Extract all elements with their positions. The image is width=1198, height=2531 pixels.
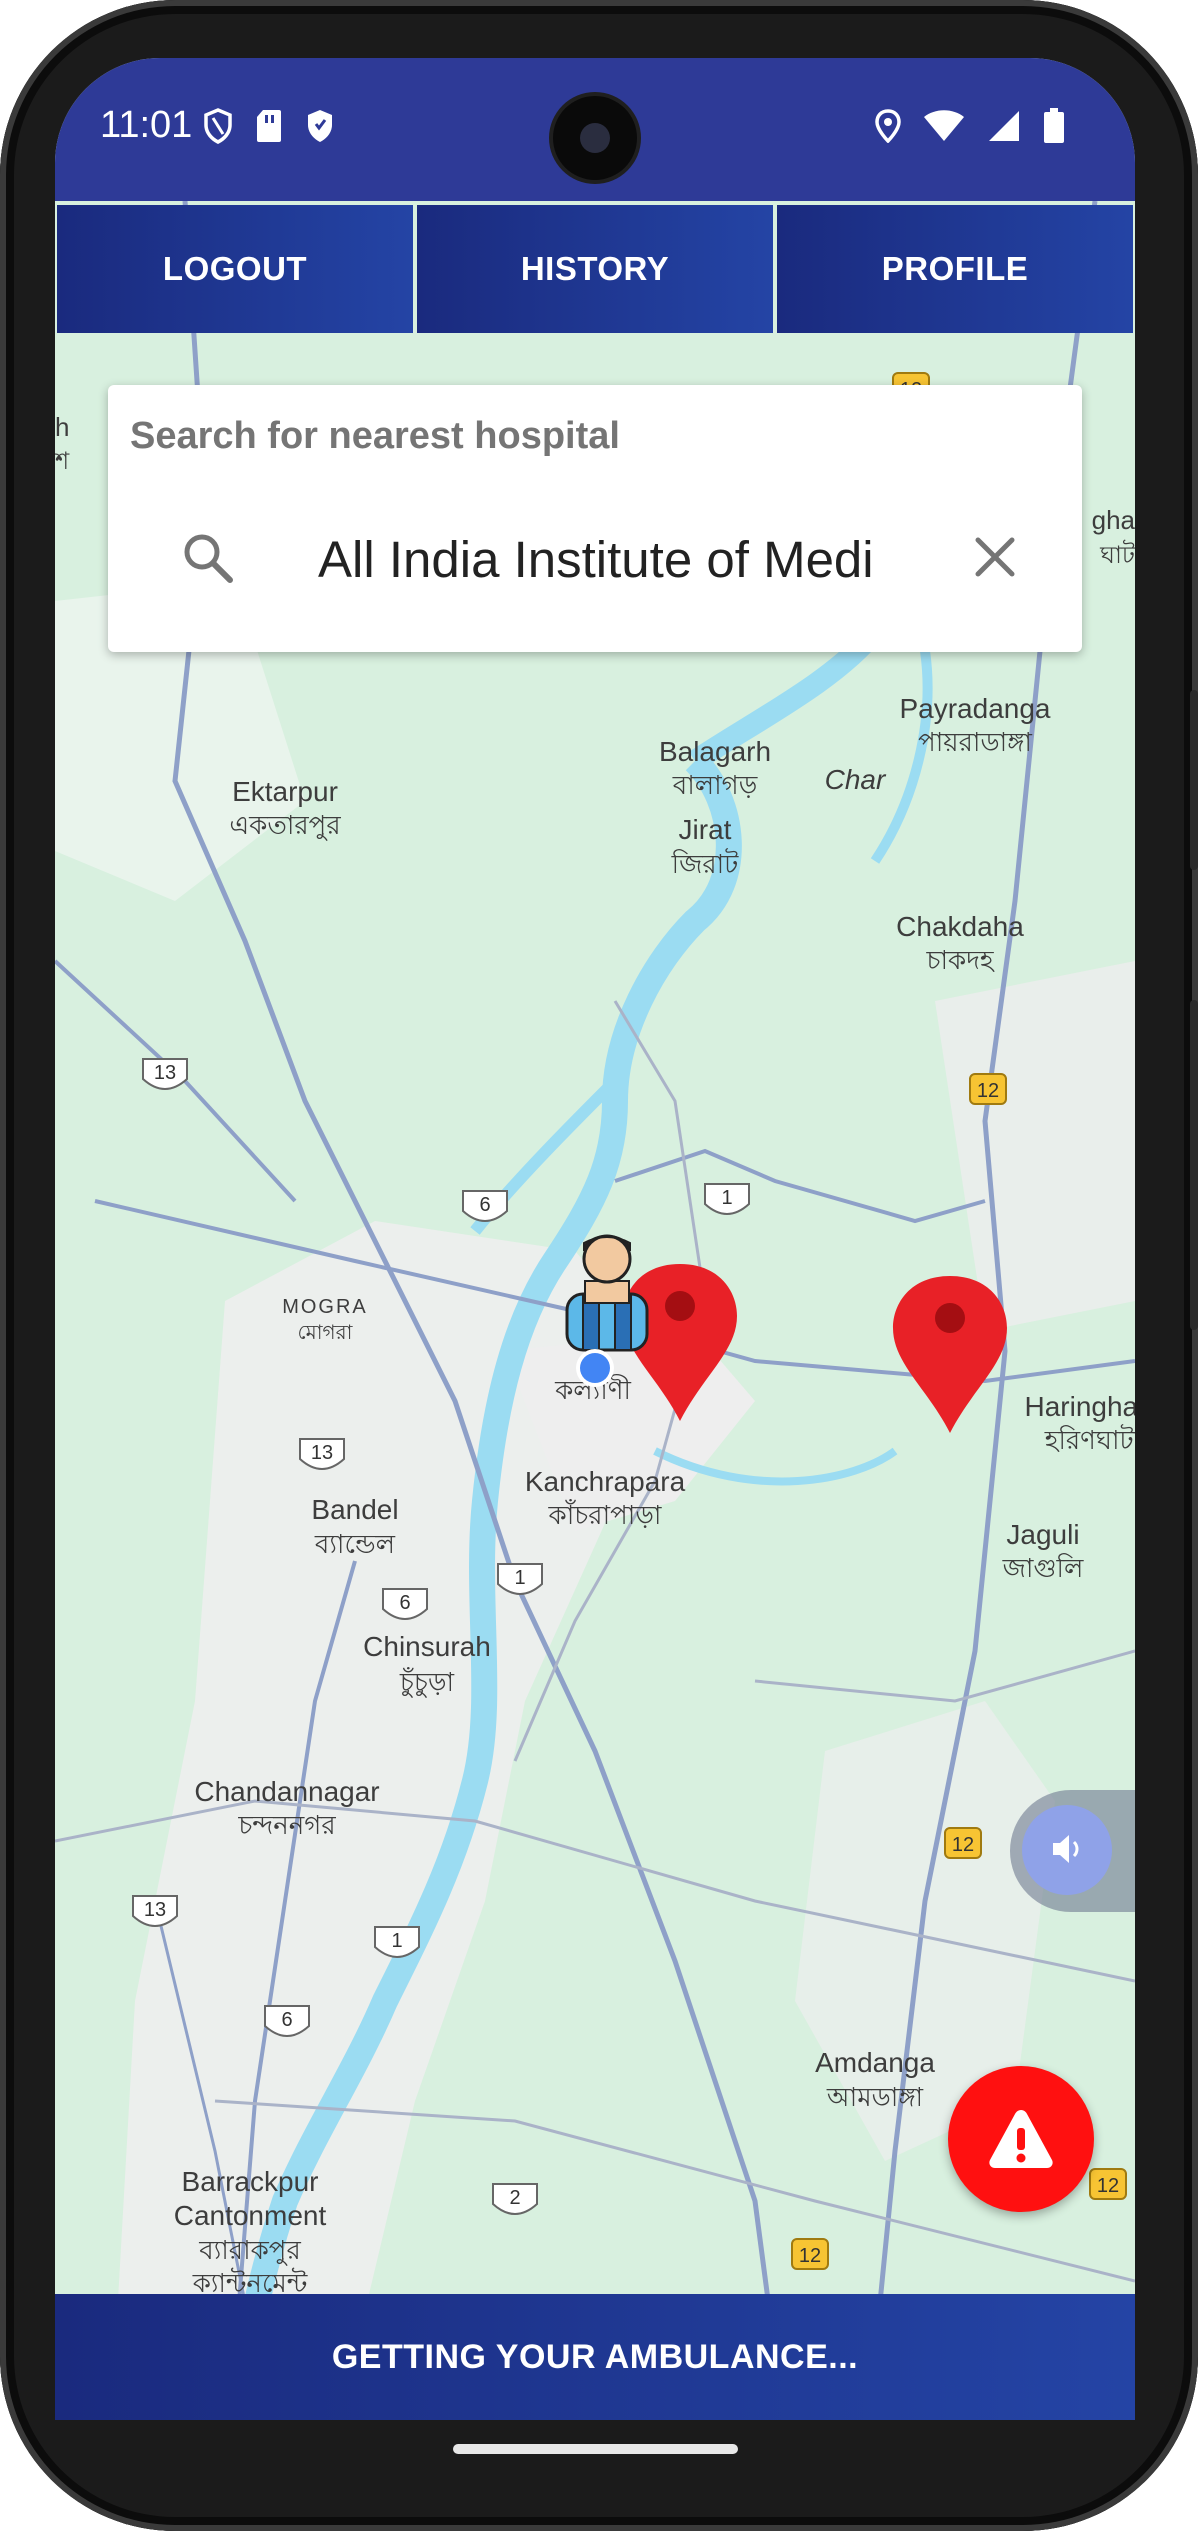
svg-text:12: 12 xyxy=(952,1834,974,1856)
highway-shield: 6 xyxy=(382,1588,428,1620)
highway-shield: 12 xyxy=(969,1073,1007,1105)
highway-shield: 12 xyxy=(791,2238,829,2270)
highway-shield: 13 xyxy=(142,1058,188,1090)
place-cantonment: Cantonment xyxy=(174,2200,327,2231)
svg-text:2: 2 xyxy=(509,2187,520,2209)
top-tab-bar: LOGOUT HISTORY PROFILE xyxy=(55,205,1135,335)
place-chandannagar-bn: চন্দননগর xyxy=(237,1811,336,1841)
place-chinsurah-bn: চুঁচুড়া xyxy=(399,1667,455,1698)
search-title: Search for nearest hospital xyxy=(130,415,620,457)
svg-text:1: 1 xyxy=(721,1187,732,1209)
location-icon xyxy=(875,109,901,148)
svg-text:12: 12 xyxy=(1097,2175,1119,2197)
svg-text:6: 6 xyxy=(399,1592,410,1614)
place-edge-left: h xyxy=(55,412,69,442)
place-chakdaha: Chakdaha xyxy=(896,911,1024,942)
place-haringhata: Haringhata xyxy=(1025,1391,1135,1422)
place-chandannagar: Chandannagar xyxy=(194,1776,379,1807)
place-jirat-bn: জিরাট xyxy=(671,848,740,880)
place-edge-left-bn: শ xyxy=(55,447,70,475)
place-barrackpur: Barrackpur xyxy=(182,2166,319,2197)
place-kanchrapara: Kanchrapara xyxy=(525,1466,686,1497)
place-payradanga: Payradanga xyxy=(899,693,1050,724)
place-bandel: Bandel xyxy=(311,1494,398,1525)
place-amdanga-bn: আমডাঙ্গা xyxy=(826,2083,924,2113)
wifi-icon xyxy=(923,110,965,147)
place-amdanga: Amdanga xyxy=(815,2047,935,2078)
logout-button[interactable]: LOGOUT xyxy=(57,205,413,333)
clear-search-icon[interactable] xyxy=(973,535,1017,584)
highway-shield: 1 xyxy=(374,1926,420,1958)
place-chinsurah: Chinsurah xyxy=(363,1631,491,1662)
highway-shield: 13 xyxy=(132,1895,178,1927)
search-input[interactable]: All India Institute of Medical Sciences xyxy=(318,530,873,589)
svg-text:12: 12 xyxy=(799,2245,821,2267)
place-edge-right-bn: ঘাট xyxy=(1099,540,1135,569)
svg-text:1: 1 xyxy=(514,1567,525,1589)
highway-shield: 1 xyxy=(497,1563,543,1595)
screen: Ektarpur একতারপুর Balagarh বালাগড় Char … xyxy=(55,58,1135,2420)
svg-text:6: 6 xyxy=(479,1194,490,1216)
place-chakdaha-bn: চাকদহ xyxy=(925,946,994,976)
svg-text:12: 12 xyxy=(977,1080,999,1102)
highway-shield: 6 xyxy=(462,1190,508,1222)
status-bar: 11:01 xyxy=(55,58,1135,201)
place-bandel-bn: ব্যান্ডেল xyxy=(314,1530,396,1560)
svg-text:6: 6 xyxy=(281,2009,292,2031)
place-barrackpur-bn: ব্যারাকপুর xyxy=(198,2236,301,2266)
place-payradanga-bn: পায়রাডাঙ্গা xyxy=(918,728,1032,758)
place-ektarpur-bn: একতারপুর xyxy=(229,811,341,841)
place-mogra-bn: মোগরা xyxy=(298,1320,354,1344)
history-button[interactable]: HISTORY xyxy=(417,205,773,333)
volume-button xyxy=(1190,1000,1198,1330)
search-icon[interactable] xyxy=(180,530,236,591)
place-mogra: MOGRA xyxy=(282,1296,368,1318)
place-jaguli-bn: জাগুলি xyxy=(1002,1553,1084,1584)
warning-icon xyxy=(989,2110,1053,2168)
volume-control[interactable] xyxy=(1010,1790,1135,1912)
sd-card-icon xyxy=(255,108,283,149)
home-indicator[interactable] xyxy=(453,2444,738,2454)
shield-outline-icon xyxy=(203,108,233,149)
svg-text:13: 13 xyxy=(144,1899,166,1921)
signal-icon xyxy=(987,109,1021,148)
place-kanchrapara-bn: কাঁচরাপাড়া xyxy=(548,1499,662,1531)
svg-text:1: 1 xyxy=(391,1930,402,1952)
emergency-alert-button[interactable] xyxy=(948,2066,1094,2212)
highway-shield: 2 xyxy=(492,2183,538,2215)
shield-filled-icon xyxy=(305,108,335,149)
status-time: 11:01 xyxy=(100,104,193,146)
profile-button[interactable]: PROFILE xyxy=(777,205,1133,333)
highway-shield: 12 xyxy=(1089,2168,1127,2200)
hospital-search-card: Search for nearest hospital All India In… xyxy=(108,385,1082,652)
place-char: Char xyxy=(825,764,887,795)
highway-shield: 6 xyxy=(264,2005,310,2037)
place-balagarh: Balagarh xyxy=(659,736,771,767)
place-jirat: Jirat xyxy=(679,814,732,845)
place-edge-right: gha xyxy=(1092,505,1135,535)
power-button xyxy=(1190,690,1198,870)
svg-text:13: 13 xyxy=(311,1442,333,1464)
ambulance-status-bar[interactable]: GETTING YOUR AMBULANCE... xyxy=(55,2294,1135,2420)
place-ektarpur: Ektarpur xyxy=(232,776,338,807)
place-jaguli: Jaguli xyxy=(1006,1519,1079,1550)
place-balagarh-bn: বালাগড় xyxy=(672,771,758,801)
phone-frame: Ektarpur একতারপুর Balagarh বালাগড় Char … xyxy=(0,0,1198,2531)
volume-icon[interactable] xyxy=(1022,1805,1112,1895)
highway-shield: 12 xyxy=(944,1827,982,1859)
place-haringhata-bn: হরিণঘাটা xyxy=(1044,1424,1135,1456)
user-location-dot xyxy=(576,1349,614,1387)
highway-shield: 13 xyxy=(299,1438,345,1470)
front-camera xyxy=(553,96,637,180)
svg-text:13: 13 xyxy=(154,1062,176,1084)
battery-icon xyxy=(1043,108,1065,149)
highway-shield: 1 xyxy=(704,1183,750,1215)
